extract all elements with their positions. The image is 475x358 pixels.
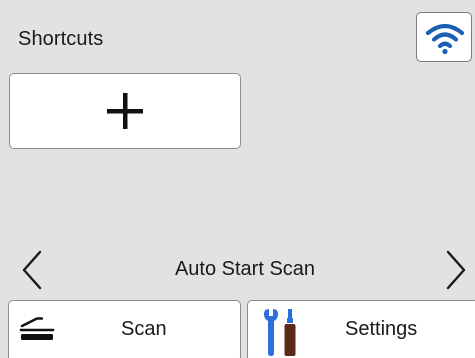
scan-button-label: Scan [121,318,167,340]
chevron-right-icon [446,250,466,290]
tools-icon [264,309,296,356]
page-title: Shortcuts [18,28,104,50]
wifi-button[interactable] [416,12,472,62]
scanner-icon [19,317,55,340]
shortcuts-screen: Shortcuts Auto Start Scan Scan Settings [0,0,475,358]
next-button[interactable] [440,248,470,292]
wifi-icon [425,23,465,55]
settings-button-label: Settings [345,318,418,340]
settings-button[interactable]: Settings [247,300,475,358]
scan-button[interactable]: Scan [8,300,241,358]
chevron-left-icon [22,250,42,290]
plus-icon [107,93,143,129]
scan-mode-label: Auto Start Scan [174,258,316,280]
previous-button[interactable] [18,248,48,292]
add-shortcut-button[interactable] [9,73,241,149]
